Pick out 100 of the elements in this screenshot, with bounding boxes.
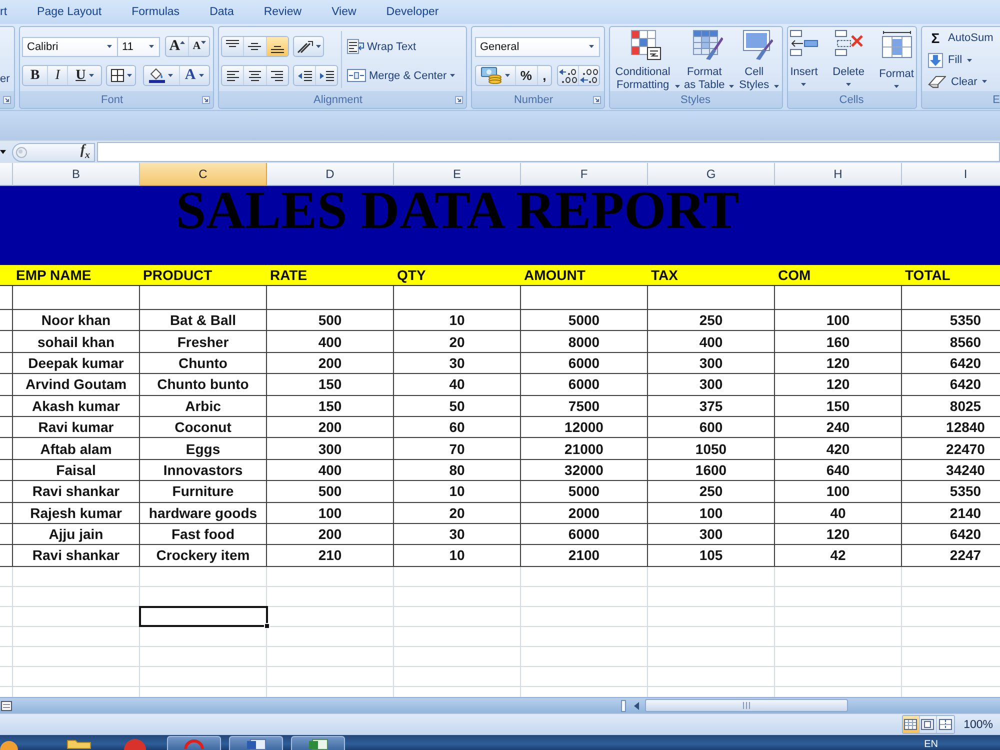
table-cell: 300 [648, 524, 775, 544]
taskbar-button[interactable] [229, 736, 283, 750]
split-handle[interactable] [621, 700, 626, 712]
table-cell-text: 2247 [948, 546, 982, 566]
ribbon-button[interactable]: Format [878, 30, 915, 92]
up-caret-icon [180, 41, 186, 44]
ribbon-tab[interactable]: Page Layout [22, 2, 117, 22]
column-heading: COM [777, 266, 812, 285]
comma-button[interactable]: , [538, 66, 551, 85]
view-button[interactable] [936, 716, 954, 733]
table-cell: 8000 [521, 331, 648, 352]
font-name-field[interactable]: Calibri [22, 36, 118, 56]
insert-function-button[interactable]: f$_{x}$ [80, 144, 90, 160]
table-cell: 200 [267, 352, 394, 374]
ribbon-button[interactable]: Σ AutoSum [926, 28, 996, 49]
column-header[interactable]: E [394, 163, 521, 186]
increase-decimal-button[interactable] [558, 66, 579, 85]
table-cell: 40 [394, 374, 521, 395]
column-header[interactable]: F [521, 163, 648, 186]
view-button[interactable] [902, 716, 920, 733]
caret-icon [674, 85, 680, 88]
scroll-thumb[interactable] [645, 699, 848, 712]
decrease-decimal-button[interactable] [579, 66, 599, 85]
ribbon-tab[interactable]: Review [248, 2, 317, 22]
taskbar-button[interactable] [167, 736, 221, 750]
caret-icon [729, 85, 734, 88]
table-cell: 40 [775, 502, 902, 523]
ribbon-button[interactable]: Conditional Formatting [612, 30, 681, 92]
corner-arrow-icon[interactable] [202, 96, 210, 104]
ribbon-button[interactable]: Insert [789, 30, 819, 92]
corner-arrow-icon[interactable] [455, 96, 463, 104]
caret-icon [774, 85, 779, 88]
table-cell-text: 8025 [948, 396, 982, 416]
table-cell: 400 [267, 460, 394, 480]
zoom-level[interactable]: 100% [964, 718, 993, 730]
font-size-field[interactable]: 11 [118, 36, 160, 56]
table-cell: Faisal [13, 460, 140, 480]
column-header[interactable]: B [13, 163, 140, 186]
ribbon-tab[interactable]: Formulas [116, 2, 195, 22]
ribbon-button[interactable]: Clear [926, 71, 996, 92]
grow-font-button[interactable]: A [166, 37, 190, 56]
table-cell: 1600 [648, 460, 775, 480]
table-cell: 70 [394, 438, 521, 459]
corner-arrow-icon[interactable] [3, 96, 11, 104]
table-cell: Arvind Goutam [13, 374, 140, 395]
table-cell: 200 [267, 416, 394, 438]
sheet-icon[interactable] [1, 700, 12, 710]
column-header[interactable]: I [902, 163, 1000, 186]
caret-icon [316, 45, 321, 48]
table-cell: 5000 [521, 310, 648, 330]
column-header[interactable]: D [267, 163, 394, 186]
caret-icon [450, 74, 455, 77]
ribbon-button[interactable]: er [0, 73, 10, 85]
ribbon-tab[interactable]: Developer [371, 2, 454, 22]
wrap-text-button[interactable]: Wrap Text [345, 36, 457, 57]
table-cell: 60 [394, 416, 521, 438]
table-cell: 2000 [521, 502, 648, 523]
language-indicator[interactable]: EN [924, 739, 938, 750]
table-cell: Ajju jain [13, 524, 140, 544]
table-cell: 100 [648, 502, 775, 523]
merge-center-button[interactable]: Merge & Center [345, 65, 457, 86]
table-cell: 150 [267, 396, 394, 416]
table-cell: 300 [648, 352, 775, 374]
fill-handle[interactable] [264, 622, 270, 629]
table-cell: Eggs [140, 438, 267, 459]
document-icon [246, 739, 266, 750]
underline-button[interactable]: U [68, 66, 101, 85]
ribbon-tab[interactable]: View [316, 2, 372, 22]
group-label: E [992, 93, 1000, 108]
shrink-font-button[interactable]: A [189, 37, 209, 56]
table-cell: Ravi kumar [13, 416, 140, 438]
column-header[interactable]: H [775, 163, 902, 186]
corner-arrow-icon[interactable] [593, 96, 601, 104]
orb-icon[interactable] [0, 741, 18, 750]
percent-button[interactable]: % [516, 66, 538, 85]
formula-input[interactable] [97, 142, 1000, 162]
taskbar-button[interactable] [291, 736, 345, 750]
wrap-text-icon [347, 39, 364, 54]
font-color-button[interactable]: A [180, 66, 209, 85]
italic-button[interactable]: I [48, 66, 68, 85]
dropdown-arrow-icon[interactable] [0, 150, 6, 154]
view-button[interactable] [920, 716, 937, 733]
diagonal-arrow-icon [297, 40, 313, 52]
table-cell: Crockery item [140, 545, 267, 566]
ribbon-tab[interactable]: rt [0, 2, 22, 22]
increase-indent-icon [320, 70, 334, 80]
ribbon-button[interactable]: Delete [832, 30, 866, 92]
table-cell: 200 [267, 524, 394, 544]
column-header[interactable]: C [140, 163, 267, 186]
bold-button[interactable]: B [23, 66, 48, 85]
ribbon-button[interactable]: Fill [926, 50, 996, 70]
ribbon-button[interactable]: Cell Styles [735, 30, 780, 92]
align-bottom-button[interactable] [266, 37, 288, 56]
ribbon-tab[interactable]: Data [194, 2, 249, 22]
table-cell: 400 [648, 331, 775, 352]
table-cell: 6000 [521, 352, 648, 374]
number-format-field[interactable]: General [475, 36, 600, 56]
selected-cell[interactable] [139, 606, 268, 627]
column-header[interactable]: G [648, 163, 775, 186]
ribbon-button[interactable]: Format as Table [680, 30, 736, 92]
